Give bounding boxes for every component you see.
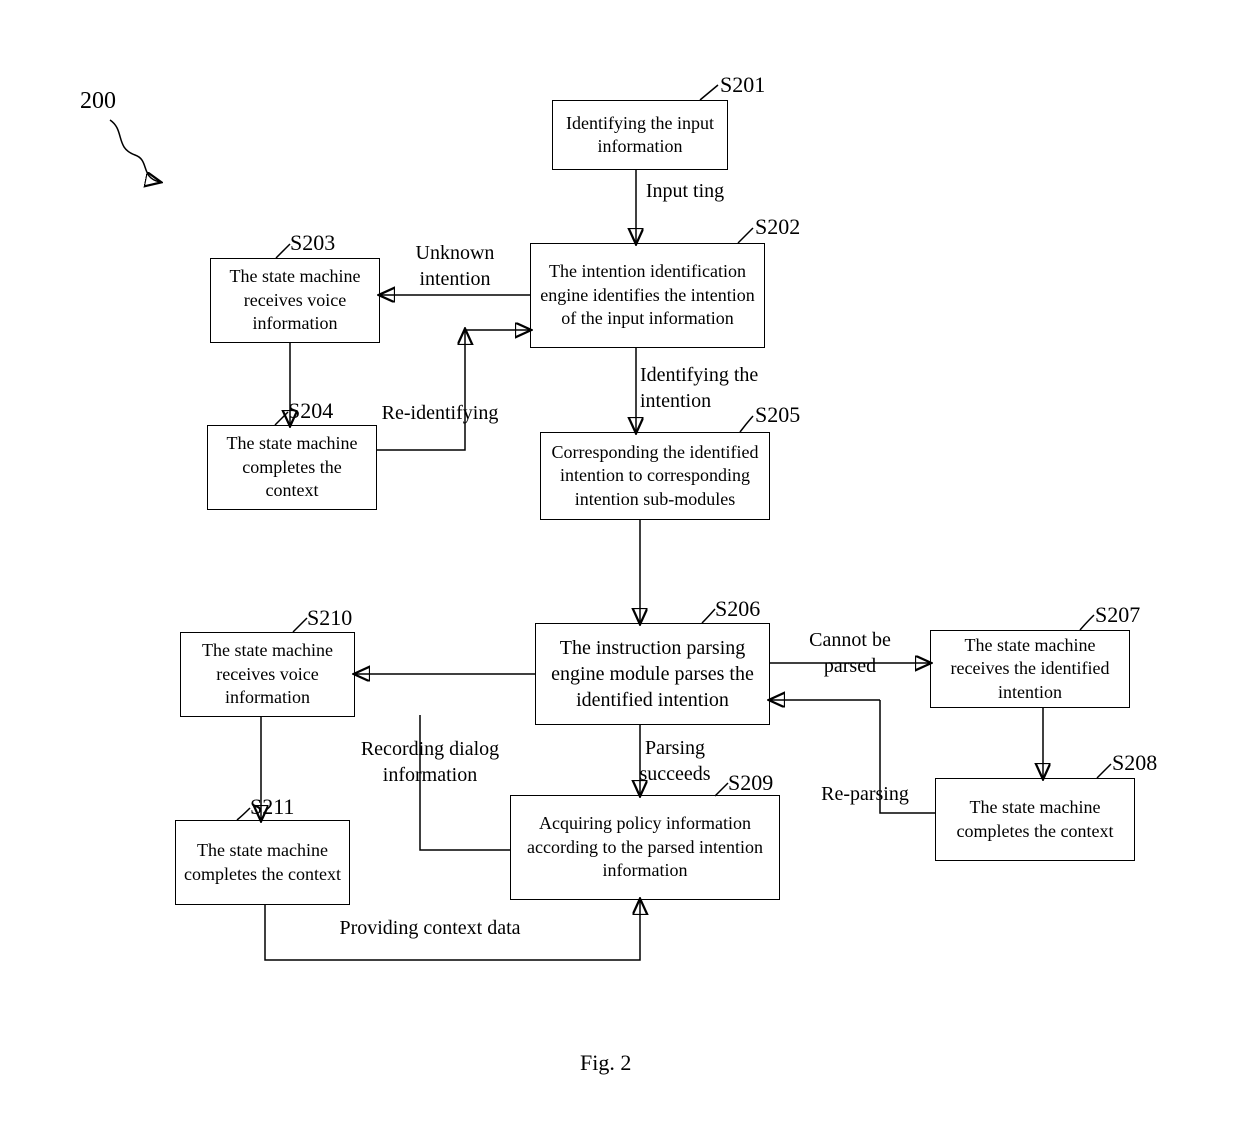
node-s201: Identifying the input information (552, 100, 728, 170)
tag-s201: S201 (720, 72, 765, 98)
tag-s211: S211 (250, 794, 294, 820)
node-text: The state machine receives voice informa… (189, 639, 346, 709)
node-text: The state machine receives the identifie… (939, 634, 1121, 704)
edge-input-ting: Input ting (645, 178, 725, 204)
edge-re-identifying: Re-identifying (380, 400, 500, 426)
tag-s207: S207 (1095, 602, 1140, 628)
edge-re-parsing: Re-parsing (810, 781, 920, 807)
node-text: Corresponding the identified intention t… (549, 441, 761, 511)
diagram-ref-200: 200 (80, 88, 116, 115)
edge-unknown-intention: Unknown intention (385, 240, 525, 292)
node-s208: The state machine completes the context (935, 778, 1135, 861)
tag-s206: S206 (715, 596, 760, 622)
node-s206: The instruction parsing engine module pa… (535, 623, 770, 725)
node-s202: The intention identification engine iden… (530, 243, 765, 348)
figure-caption: Fig. 2 (580, 1050, 631, 1076)
tag-s210: S210 (307, 605, 352, 631)
node-text: The state machine completes the context (216, 432, 368, 502)
tag-s204: S204 (288, 398, 333, 424)
node-text: The state machine completes the context (944, 796, 1126, 843)
node-text: The state machine receives voice informa… (219, 265, 371, 335)
tag-s203: S203 (290, 230, 335, 256)
node-s211: The state machine completes the context (175, 820, 350, 905)
node-text: Acquiring policy information according t… (519, 812, 771, 882)
edge-cannot-be-parsed: Cannot be parsed (790, 627, 910, 679)
tag-s202: S202 (755, 214, 800, 240)
node-text: The state machine completes the context (184, 839, 341, 886)
tag-s208: S208 (1112, 750, 1157, 776)
node-s209: Acquiring policy information according t… (510, 795, 780, 900)
edge-providing-context: Providing context data (330, 915, 530, 941)
tag-s209: S209 (728, 770, 773, 796)
node-s204: The state machine completes the context (207, 425, 377, 510)
node-s205: Corresponding the identified intention t… (540, 432, 770, 520)
edge-identifying-intention: Identifying the intention (640, 362, 820, 414)
node-s207: The state machine receives the identifie… (930, 630, 1130, 708)
node-text: Identifying the input information (561, 112, 719, 159)
node-s203: The state machine receives voice informa… (210, 258, 380, 343)
edge-recording-dialog: Recording dialog information (350, 736, 510, 788)
node-text: The instruction parsing engine module pa… (544, 635, 761, 713)
edge-parsing-succeeds: Parsing succeeds (620, 735, 730, 787)
node-s210: The state machine receives voice informa… (180, 632, 355, 717)
node-text: The intention identification engine iden… (539, 260, 756, 330)
